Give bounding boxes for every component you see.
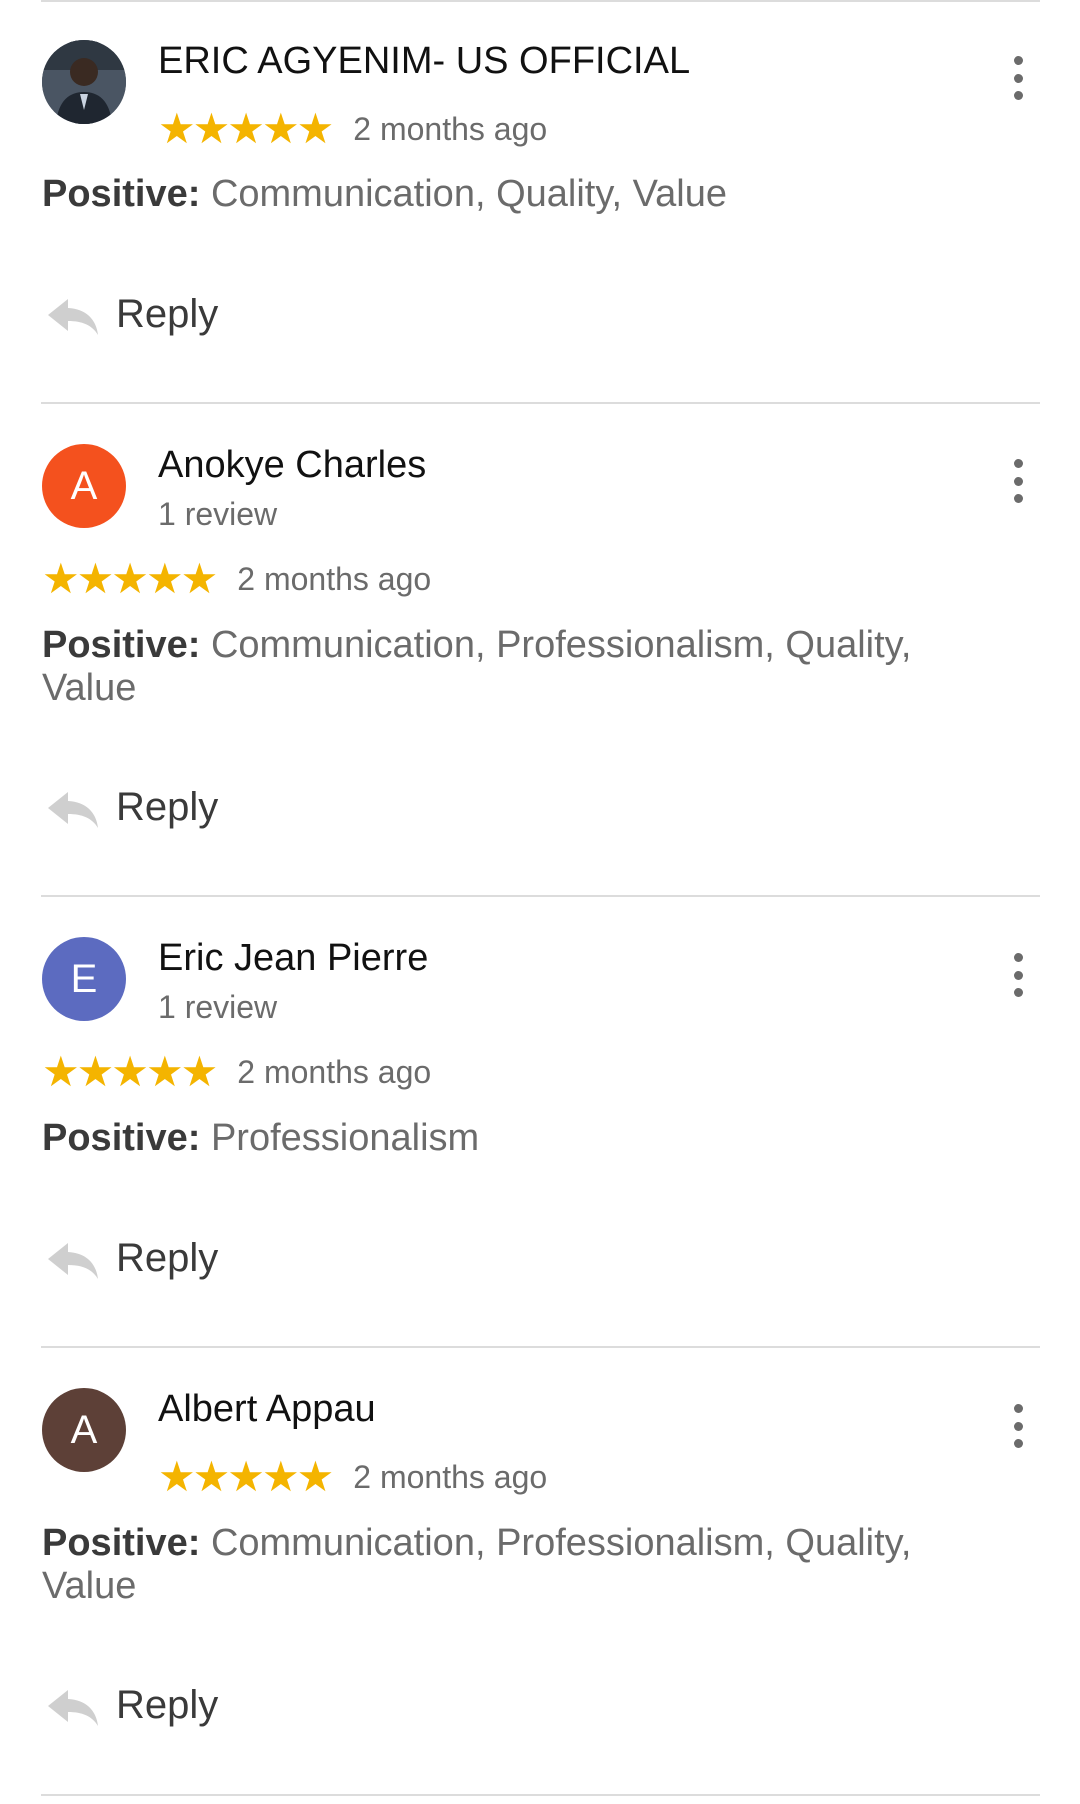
more-options-button[interactable] [1006, 1404, 1030, 1448]
reply-label: Reply [116, 785, 219, 829]
user-photo-icon [42, 40, 126, 124]
positive-label: Positive: [42, 1522, 201, 1564]
reply-button[interactable]: Reply [42, 1683, 218, 1728]
reply-arrow-icon [48, 1242, 98, 1279]
review-author[interactable]: Eric Jean Pierre [158, 937, 428, 980]
review-count: 1 review [158, 989, 278, 1025]
divider [41, 1346, 1040, 1348]
positive-text: Professionalism [210, 1117, 480, 1159]
rating-row: ★★★★★ 2 months ago [42, 1051, 431, 1093]
more-vertical-icon [1013, 953, 1023, 962]
positive-label: Positive: [42, 624, 201, 666]
rating-row: ★★★★★ 2 months ago [42, 558, 431, 600]
review-author[interactable]: Albert Appau [158, 1388, 376, 1431]
positive-text: Communication, Quality, Value [210, 173, 727, 215]
reply-button[interactable]: Reply [42, 785, 218, 830]
review-author[interactable]: ERIC AGYENIM- US OFFICIAL [158, 40, 690, 83]
review-time: 2 months ago [353, 110, 548, 147]
reply-label: Reply [116, 1236, 219, 1280]
avatar-letter: E [70, 956, 98, 1001]
review-positive: Positive: Communication, Quality, Value [42, 173, 1002, 216]
divider [41, 895, 1040, 897]
more-options-button[interactable] [1006, 56, 1030, 100]
divider [41, 0, 1040, 2]
more-vertical-icon [1013, 56, 1023, 65]
avatar-letter: A [70, 463, 98, 508]
star-rating: ★★★★★ [42, 555, 218, 602]
star-rating: ★★★★★ [42, 1048, 218, 1095]
review-time: 2 months ago [353, 1458, 548, 1495]
more-vertical-icon [1013, 1404, 1023, 1413]
rating-row: ★★★★★ 2 months ago [158, 108, 547, 150]
avatar[interactable] [42, 40, 126, 124]
review-positive: Positive: Communication, Professionalism… [42, 624, 1002, 710]
rating-row: ★★★★★ 2 months ago [158, 1456, 547, 1498]
reviews-page: ERIC AGYENIM- US OFFICIAL ★★★★★ 2 months… [0, 0, 1080, 1804]
more-vertical-icon [1013, 459, 1023, 468]
reply-arrow-icon [48, 298, 98, 335]
avatar-letter: A [70, 1407, 98, 1452]
avatar[interactable]: A [42, 1388, 126, 1472]
reply-label: Reply [116, 1683, 219, 1727]
review-time: 2 months ago [237, 560, 432, 597]
review-time: 2 months ago [237, 1053, 432, 1090]
more-options-button[interactable] [1006, 953, 1030, 997]
reply-button[interactable]: Reply [42, 1236, 218, 1281]
star-rating: ★★★★★ [158, 1453, 334, 1500]
divider [41, 1794, 1040, 1796]
review-positive: Positive: Professionalism [42, 1117, 1002, 1160]
avatar[interactable]: A [42, 444, 126, 528]
divider [41, 402, 1040, 404]
review-positive: Positive: Communication, Professionalism… [42, 1522, 1002, 1608]
reply-arrow-icon [48, 791, 98, 828]
positive-label: Positive: [42, 173, 201, 215]
review-author[interactable]: Anokye Charles [158, 444, 426, 487]
star-rating: ★★★★★ [158, 105, 334, 152]
positive-label: Positive: [42, 1117, 201, 1159]
reply-label: Reply [116, 292, 219, 336]
reply-arrow-icon [48, 1689, 98, 1726]
avatar[interactable]: E [42, 937, 126, 1021]
reply-button[interactable]: Reply [42, 292, 218, 337]
review-count: 1 review [158, 496, 278, 532]
more-options-button[interactable] [1006, 459, 1030, 503]
